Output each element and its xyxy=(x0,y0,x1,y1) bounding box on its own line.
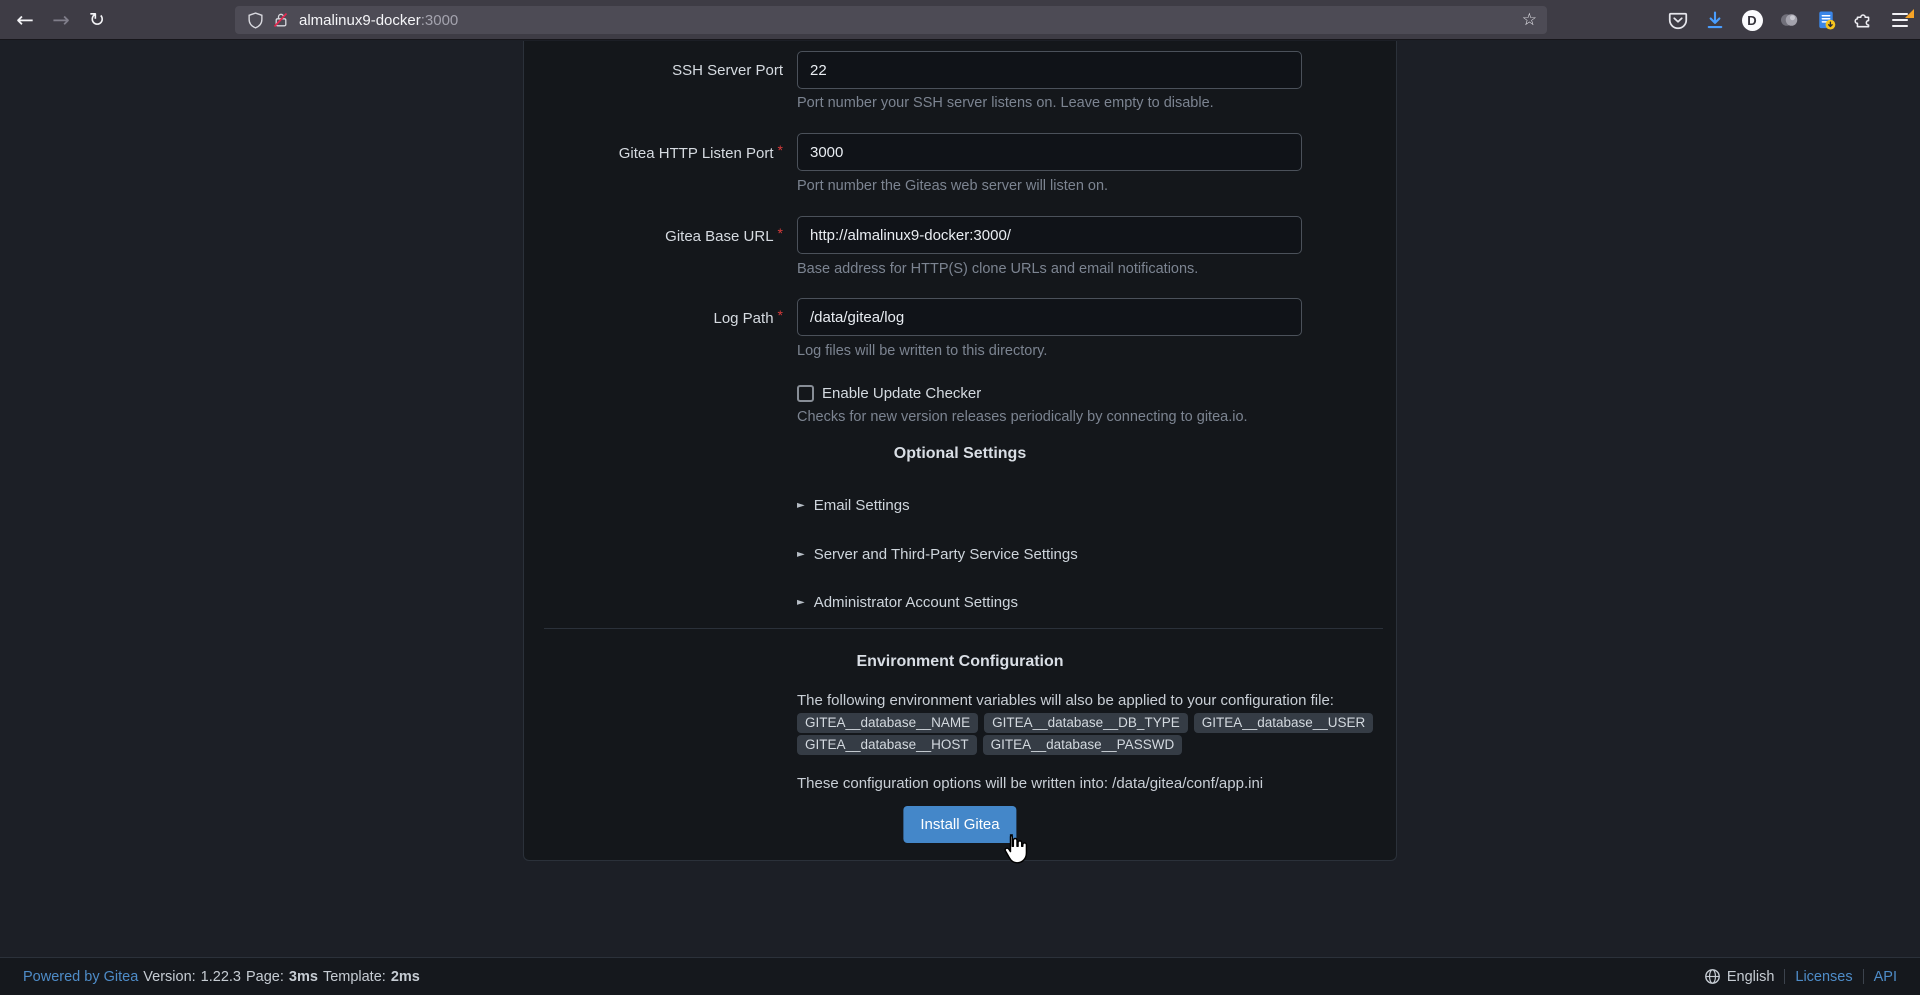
url-host: almalinux9-docker xyxy=(299,12,421,29)
footer-left: Powered by Gitea Version: 1.22.3 Page: 3… xyxy=(23,969,420,985)
env-variable-badge: GITEA__database__PASSWD xyxy=(983,735,1183,755)
version-label: Version: xyxy=(143,969,195,985)
forward-icon[interactable]: → xyxy=(46,6,76,34)
footer-separator xyxy=(1784,969,1785,984)
downloads-icon[interactable] xyxy=(1703,8,1727,32)
d-letter: D xyxy=(1742,10,1763,31)
http-port-input[interactable] xyxy=(797,133,1302,171)
template-time-value: 2ms xyxy=(391,969,420,985)
env-variable-badge: GITEA__database__HOST xyxy=(797,735,977,755)
base-url-help: Base address for HTTP(S) clone URLs and … xyxy=(797,260,1198,278)
admin-account-settings-toggle[interactable]: ► Administrator Account Settings xyxy=(797,594,1018,612)
bookmark-star-icon[interactable]: ☆ xyxy=(1522,10,1537,30)
gitea-install-page: SSH Server Port Port number your SSH ser… xyxy=(0,41,1920,957)
extension-spheres-icon[interactable] xyxy=(1777,8,1801,32)
env-variables-row-1: GITEA__database__NAME GITEA__database__D… xyxy=(797,713,1373,733)
log-path-input[interactable] xyxy=(797,298,1302,336)
admin-account-settings-label: Administrator Account Settings xyxy=(814,594,1018,612)
env-variable-badge: GITEA__database__NAME xyxy=(797,713,978,733)
url-port: :3000 xyxy=(421,12,459,29)
footer-separator xyxy=(1863,969,1864,984)
env-variables-row-2: GITEA__database__HOST GITEA__database__P… xyxy=(797,735,1182,755)
section-divider xyxy=(544,628,1383,629)
email-settings-toggle[interactable]: ► Email Settings xyxy=(797,497,910,515)
footer-right: English Licenses API xyxy=(1704,968,1897,985)
insecure-lock-icon[interactable] xyxy=(273,12,289,28)
log-path-help: Log files will be written to this direct… xyxy=(797,342,1047,360)
extension-document-icon[interactable] xyxy=(1814,8,1838,32)
server-service-settings-toggle[interactable]: ► Server and Third-Party Service Setting… xyxy=(797,546,1078,564)
reload-icon[interactable]: ↻ xyxy=(82,6,112,34)
ssh-port-label: SSH Server Port xyxy=(524,62,783,80)
required-marker: * xyxy=(778,142,783,158)
collapsed-arrow-icon: ► xyxy=(797,546,805,564)
globe-icon xyxy=(1704,968,1721,985)
update-checker-checkbox[interactable] xyxy=(797,385,814,402)
env-variable-badge: GITEA__database__USER xyxy=(1194,713,1374,733)
extension-area: D xyxy=(1666,0,1912,40)
powered-by-gitea-link[interactable]: Powered by Gitea xyxy=(23,969,138,985)
base-url-input[interactable] xyxy=(797,216,1302,254)
extensions-puzzle-icon[interactable] xyxy=(1851,8,1875,32)
install-form-panel: SSH Server Port Port number your SSH ser… xyxy=(523,41,1397,861)
server-service-settings-label: Server and Third-Party Service Settings xyxy=(814,546,1078,564)
required-marker: * xyxy=(778,307,783,323)
version-value: 1.22.3 xyxy=(201,969,241,985)
http-port-help: Port number the Giteas web server will l… xyxy=(797,177,1108,195)
install-gitea-button[interactable]: Install Gitea xyxy=(903,806,1016,843)
browser-toolbar: ← → ↻ almalinux9-docker:3000 ☆ xyxy=(0,0,1920,40)
menu-hamburger-icon[interactable] xyxy=(1888,8,1912,32)
pocket-icon[interactable] xyxy=(1666,8,1690,32)
url-bar[interactable]: almalinux9-docker:3000 ☆ xyxy=(235,6,1547,34)
page-footer: Powered by Gitea Version: 1.22.3 Page: 3… xyxy=(0,957,1920,995)
collapsed-arrow-icon: ► xyxy=(797,594,805,612)
optional-settings-heading: Optional Settings xyxy=(524,445,1396,463)
collapsed-arrow-icon: ► xyxy=(797,497,805,515)
licenses-link[interactable]: Licenses xyxy=(1795,969,1852,985)
page-time-value: 3ms xyxy=(289,969,318,985)
language-selector[interactable]: English xyxy=(1704,968,1775,985)
tracking-protection-shield-icon[interactable] xyxy=(247,12,264,29)
http-port-label: Gitea HTTP Listen Port* xyxy=(524,144,783,163)
api-link[interactable]: API xyxy=(1874,969,1897,985)
update-checker-help: Checks for new version releases periodic… xyxy=(797,408,1248,426)
environment-config-heading: Environment Configuration xyxy=(524,653,1396,671)
email-settings-label: Email Settings xyxy=(814,497,910,515)
back-icon[interactable]: ← xyxy=(10,6,40,34)
page-time-label: Page: xyxy=(246,969,284,985)
template-time-label: Template: xyxy=(323,969,386,985)
language-label: English xyxy=(1727,969,1775,985)
base-url-label: Gitea Base URL* xyxy=(524,227,783,246)
ssh-port-input[interactable] xyxy=(797,51,1302,89)
update-checker-label[interactable]: Enable Update Checker xyxy=(822,385,981,403)
update-available-badge xyxy=(1905,9,1914,18)
env-variable-badge: GITEA__database__DB_TYPE xyxy=(984,713,1188,733)
log-path-label: Log Path* xyxy=(524,309,783,328)
required-marker: * xyxy=(778,225,783,241)
extension-d-icon[interactable]: D xyxy=(1740,8,1764,32)
env-intro-text: The following environment variables will… xyxy=(797,691,1334,710)
env-outro-text: These configuration options will be writ… xyxy=(797,774,1263,793)
ssh-port-help: Port number your SSH server listens on. … xyxy=(797,94,1214,112)
